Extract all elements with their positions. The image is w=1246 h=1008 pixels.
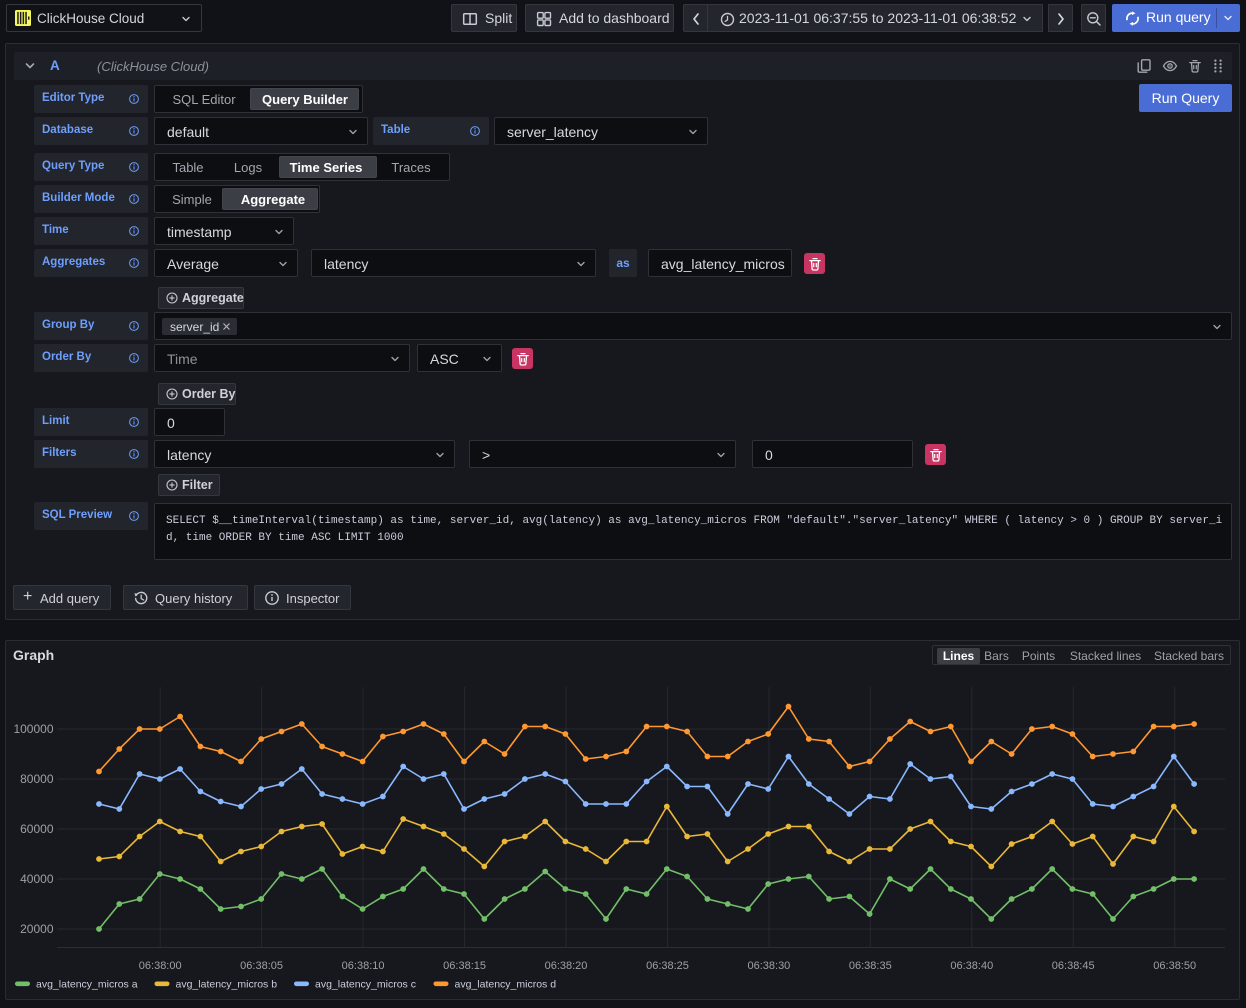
svg-text:06:38:05: 06:38:05 [240,960,283,972]
svg-text:20000: 20000 [20,922,54,936]
svg-text:100000: 100000 [13,722,53,736]
svg-text:06:38:10: 06:38:10 [342,960,385,972]
svg-text:06:38:35: 06:38:35 [849,960,892,972]
svg-text:06:38:45: 06:38:45 [1052,960,1095,972]
svg-text:06:38:20: 06:38:20 [545,960,588,972]
svg-text:avg_latency_micros c: avg_latency_micros c [315,979,416,991]
svg-text:avg_latency_micros d: avg_latency_micros d [455,979,557,991]
svg-text:80000: 80000 [20,772,54,786]
svg-text:06:38:50: 06:38:50 [1153,960,1196,972]
svg-text:60000: 60000 [20,822,54,836]
svg-text:06:38:30: 06:38:30 [747,960,790,972]
svg-text:avg_latency_micros a: avg_latency_micros a [36,979,138,991]
svg-text:06:38:00: 06:38:00 [139,960,182,972]
svg-text:avg_latency_micros b: avg_latency_micros b [176,979,278,991]
svg-text:06:38:15: 06:38:15 [443,960,486,972]
svg-text:06:38:25: 06:38:25 [646,960,689,972]
svg-text:06:38:40: 06:38:40 [950,960,993,972]
svg-text:40000: 40000 [20,872,54,886]
